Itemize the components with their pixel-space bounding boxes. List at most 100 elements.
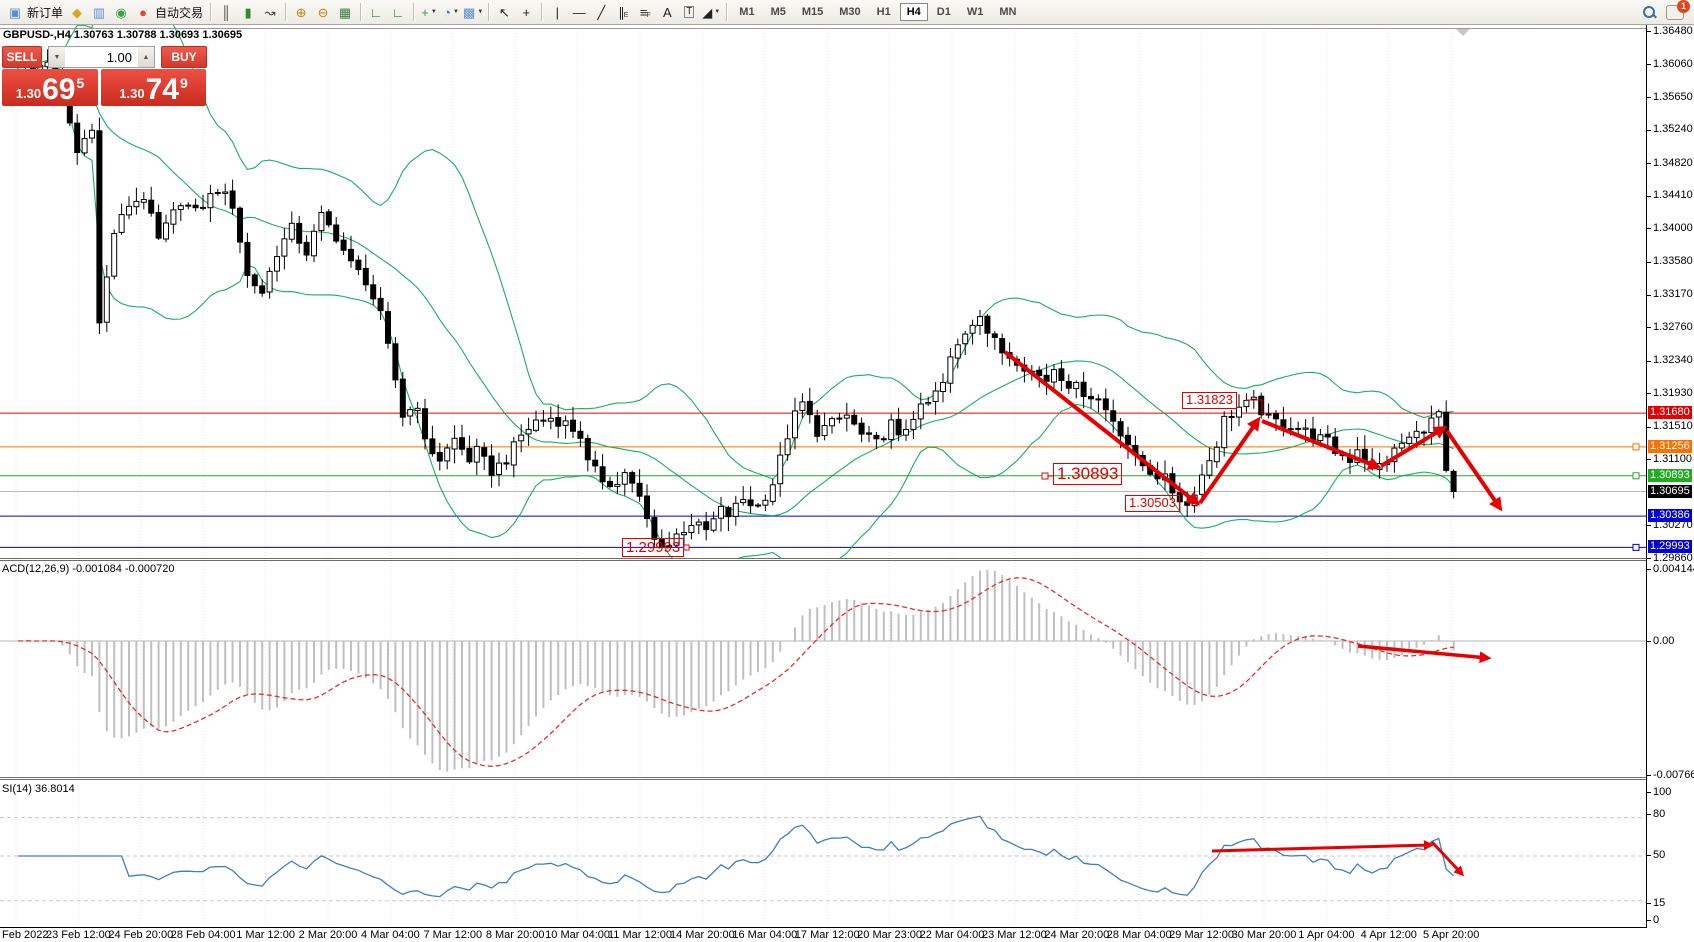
tile-windows-icon-glyph: ▦ — [339, 6, 351, 19]
price-tick-label: 1.35650 — [1653, 91, 1693, 103]
time-label: 1 Apr 04:00 — [1298, 929, 1354, 941]
time-label: 20 Mar 23:00 — [857, 929, 922, 941]
text-icon[interactable]: A — [657, 2, 677, 23]
buy-price-display[interactable]: 1.30 74 9 — [101, 69, 206, 106]
trendline-icon-glyph: ╱ — [597, 6, 605, 19]
bar-chart-icon[interactable]: ║ — [216, 2, 236, 23]
timeframe-button-h4[interactable]: H4 — [900, 3, 928, 21]
candlestick-icon-glyph: ▮ — [244, 6, 251, 19]
tile-windows-icon[interactable]: ▦ — [335, 2, 355, 23]
price-tick-label: 1.33170 — [1653, 288, 1693, 300]
zoom-out-icon[interactable]: ⊖ — [313, 2, 333, 23]
shapes-icon-dropdown[interactable]: ▼ — [714, 9, 720, 15]
rsi-tick-label: 0 — [1653, 914, 1659, 926]
main-price-chart[interactable] — [0, 25, 1646, 558]
time-label: 23 Feb 12:00 — [46, 929, 111, 941]
time-label: 7 Mar 12:00 — [423, 929, 482, 941]
volume-increase-button[interactable]: ▲ — [138, 47, 154, 67]
line-chart-icon[interactable]: ↝ — [260, 2, 280, 23]
search-icon[interactable] — [1642, 5, 1656, 19]
price-tick-mark — [1647, 327, 1651, 328]
auto-trading-icon-label[interactable]: 自动交易 — [155, 4, 203, 21]
sell-price-prefix: 1.30 — [16, 86, 41, 101]
fibonacci-icon-sub: F — [646, 12, 650, 19]
vertical-line-icon[interactable]: | — [547, 2, 567, 23]
timeframe-button-w1[interactable]: W1 — [960, 3, 991, 21]
time-axis[interactable]: Feb 202223 Feb 12:0024 Feb 20:0028 Feb 0… — [0, 928, 1694, 942]
price-tick-mark — [1647, 427, 1651, 428]
sell-price-display[interactable]: 1.30 69 5 — [2, 69, 98, 106]
toolbar-separator — [360, 3, 361, 21]
trendline-icon[interactable]: ╱ — [591, 2, 611, 23]
horizontal-line-icon[interactable]: — — [569, 2, 589, 23]
templates-icon[interactable]: ▩▼ — [463, 2, 483, 23]
price-tick-mark — [1647, 196, 1651, 197]
price-annotation[interactable]: 1.31823 — [1182, 392, 1237, 409]
toolbar-separator — [541, 3, 542, 21]
timeframe-button-m15[interactable]: M15 — [795, 3, 830, 21]
rsi-tick-mark — [1647, 903, 1651, 904]
macd-tick-label: 0.00 — [1653, 635, 1674, 647]
shapes-icon[interactable]: ◢▼ — [701, 2, 721, 23]
sell-button[interactable]: SELL — [2, 46, 42, 68]
auto-trading-icon[interactable]: ● — [133, 2, 153, 23]
volume-input[interactable] — [65, 47, 138, 67]
panel-separator[interactable] — [0, 779, 1694, 780]
channel-icon[interactable]: ∥E — [613, 2, 633, 23]
signals-icon[interactable]: ◉ — [111, 2, 131, 23]
indicator-window-icon[interactable]: ∟ — [366, 2, 386, 23]
price-tick-mark — [1647, 64, 1651, 65]
zoom-in-icon[interactable]: ⊕ — [291, 2, 311, 23]
price-tick-label: 1.34000 — [1653, 222, 1693, 234]
rsi-tick-label: 15 — [1653, 897, 1665, 909]
fibonacci-icon[interactable]: ≡F — [635, 2, 655, 23]
price-tick-mark — [1647, 459, 1651, 460]
period-icon-dropdown[interactable]: ▼ — [453, 9, 459, 15]
price-annotation[interactable]: 1.30893 — [1053, 463, 1122, 485]
sell-price-big-digits: 69 — [42, 75, 75, 105]
time-label: 28 Feb 04:00 — [171, 929, 236, 941]
rsi-indicator-label: SI(14) 36.8014 — [2, 783, 75, 795]
candlestick-icon[interactable]: ▮ — [238, 2, 258, 23]
panel-separator[interactable] — [0, 777, 1694, 778]
price-axis[interactable]: 1.364801.360601.356501.352401.348201.344… — [1647, 25, 1694, 928]
mt4-terminal-window: ▣新订单◆▥◉●自动交易║▮↝⊕⊖▦∟∟+▼◔▼▩▼↖+|—╱∥E≡FAT◢▼M… — [0, 0, 1694, 942]
volume-decrease-button[interactable]: ▼ — [49, 47, 65, 67]
time-label: 28 Mar 04:00 — [1107, 929, 1172, 941]
panel-separator[interactable] — [0, 558, 1694, 559]
new-order-icon-label[interactable]: 新订单 — [27, 4, 63, 21]
price-tick-mark — [1647, 295, 1651, 296]
indicator-list-icon[interactable]: ∟ — [388, 2, 408, 23]
rsi-tick-label: 50 — [1653, 849, 1665, 861]
crosshair-icon[interactable]: + — [516, 2, 536, 23]
market-watch-icon[interactable]: ▥ — [89, 2, 109, 23]
timeframe-button-m30[interactable]: M30 — [832, 3, 867, 21]
text-label-icon-glyph: T — [684, 6, 694, 18]
chat-icon[interactable]: 1 — [1666, 5, 1684, 20]
text-label-icon[interactable]: T — [679, 2, 699, 23]
macd-indicator-label: ACD(12,26,9) -0.001084 -0.000720 — [2, 563, 174, 575]
buy-button[interactable]: BUY — [161, 46, 207, 68]
templates-icon-dropdown[interactable]: ▼ — [477, 9, 483, 15]
price-tick-label: 1.34410 — [1653, 189, 1693, 201]
price-annotation[interactable]: 1.30503 — [1125, 495, 1180, 512]
period-icon-glyph: ◔ — [443, 6, 451, 19]
timeframe-button-m1[interactable]: M1 — [732, 3, 761, 21]
text-icon-glyph: A — [663, 6, 672, 19]
macd-indicator-panel[interactable] — [0, 561, 1646, 777]
timeframe-button-h1[interactable]: H1 — [870, 3, 898, 21]
price-annotation[interactable]: 1.29993 — [622, 538, 684, 557]
add-indicator-icon-dropdown[interactable]: ▼ — [431, 9, 437, 15]
time-label: 10 Mar 04:00 — [545, 929, 610, 941]
rsi-indicator-panel[interactable] — [0, 781, 1646, 927]
add-indicator-icon[interactable]: +▼ — [419, 2, 439, 23]
charts-icon[interactable]: ◆ — [67, 2, 87, 23]
period-icon[interactable]: ◔▼ — [441, 2, 461, 23]
rsi-tick-label: 100 — [1653, 786, 1671, 798]
price-tick-label: 1.35240 — [1653, 123, 1693, 135]
new-order-icon[interactable]: ▣ — [5, 2, 25, 23]
timeframe-button-m5[interactable]: M5 — [764, 3, 793, 21]
cursor-icon[interactable]: ↖ — [494, 2, 514, 23]
timeframe-button-d1[interactable]: D1 — [930, 3, 958, 21]
timeframe-button-mn[interactable]: MN — [992, 3, 1023, 21]
